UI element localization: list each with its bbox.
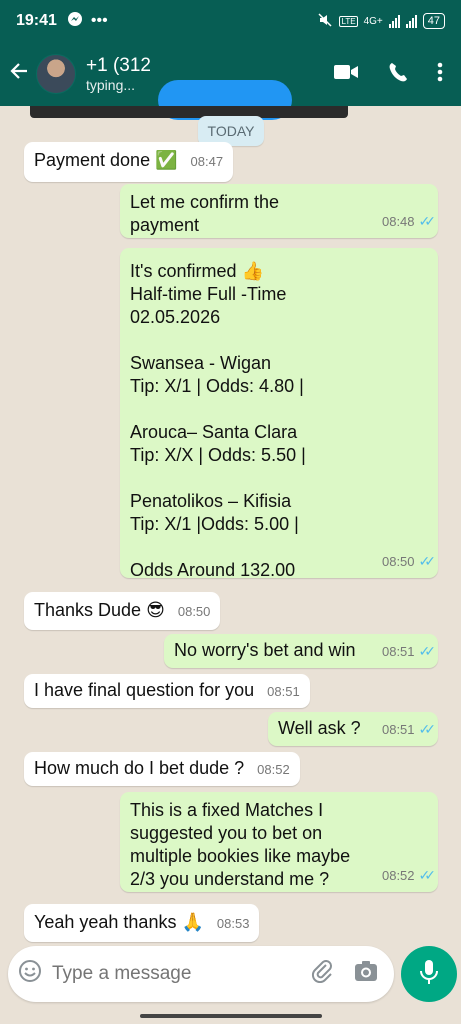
status-bar: 19:41 ••• LTE 4G+ 47 bbox=[0, 0, 461, 42]
volte-icon: LTE bbox=[339, 15, 358, 27]
message-time: 08:53 bbox=[216, 916, 250, 931]
message-outgoing[interactable]: This is a fixed Matches I suggested you … bbox=[120, 792, 438, 892]
message-time: 08:52 bbox=[381, 868, 415, 883]
navigation-handle[interactable] bbox=[140, 1014, 322, 1018]
message-composer bbox=[8, 946, 394, 1002]
back-arrow-icon[interactable] bbox=[2, 61, 36, 87]
read-receipt-icon: ✓✓ bbox=[418, 867, 437, 883]
message-time: 08:51 bbox=[267, 684, 300, 699]
message-time: 08:50 bbox=[381, 554, 415, 569]
message-incoming[interactable]: How much do I bet dude ? 08:52 bbox=[24, 752, 300, 786]
attach-icon[interactable] bbox=[300, 959, 344, 989]
message-incoming[interactable]: Thanks Dude 😎 08:50 bbox=[24, 592, 221, 630]
previous-media-message[interactable] bbox=[30, 106, 348, 118]
read-receipt-icon: ✓✓ bbox=[418, 553, 437, 569]
message-time: 08:47 bbox=[190, 154, 224, 169]
network-type: 4G+ bbox=[363, 15, 383, 27]
message-outgoing[interactable]: Well ask ? 08:51 ✓✓ bbox=[268, 712, 438, 746]
voice-record-button[interactable] bbox=[401, 946, 457, 1002]
message-outgoing[interactable]: Let me confirm the payment 08:48 ✓✓ bbox=[120, 184, 438, 238]
chat-header: +1 (312 typing... bbox=[0, 42, 461, 120]
status-time: 19:41 bbox=[16, 12, 57, 29]
message-outgoing[interactable]: No worry's bet and win 08:51 ✓✓ bbox=[164, 634, 438, 668]
message-input[interactable] bbox=[52, 963, 300, 985]
mute-icon bbox=[317, 12, 333, 31]
message-time: 08:50 bbox=[177, 604, 211, 619]
message-incoming[interactable]: Payment done ✅ 08:47 bbox=[24, 142, 234, 182]
message-time: 08:52 bbox=[257, 762, 290, 777]
message-incoming[interactable]: Yeah yeah thanks 🙏 08:53 bbox=[24, 904, 260, 942]
signal-icon bbox=[388, 14, 400, 28]
emoji-icon[interactable] bbox=[8, 959, 52, 989]
message-time: 08:51 bbox=[381, 722, 415, 737]
chat-area[interactable]: TODAY Payment done ✅ 08:47 Let me confir… bbox=[0, 106, 461, 946]
message-time: 08:51 bbox=[381, 644, 415, 659]
read-receipt-icon: ✓✓ bbox=[418, 721, 437, 737]
read-receipt-icon: ✓✓ bbox=[418, 213, 437, 229]
microphone-icon bbox=[419, 959, 439, 990]
more-options-icon[interactable] bbox=[437, 62, 443, 87]
battery-icon: 47 bbox=[422, 13, 445, 29]
contact-status: typing... bbox=[86, 77, 136, 93]
contact-avatar[interactable] bbox=[36, 54, 76, 94]
contact-info[interactable]: +1 (312 typing... bbox=[86, 55, 151, 93]
message-time: 08:48 bbox=[381, 214, 415, 229]
message-outgoing[interactable]: It's confirmed 👍 Half-time Full -Time 02… bbox=[120, 248, 438, 580]
voice-call-icon[interactable] bbox=[387, 61, 409, 88]
more-notifications-icon: ••• bbox=[90, 12, 108, 29]
read-receipt-icon: ✓✓ bbox=[418, 643, 437, 659]
camera-icon[interactable] bbox=[344, 960, 388, 988]
contact-name: +1 (312 bbox=[86, 55, 151, 76]
messenger-notification-icon bbox=[67, 11, 83, 32]
signal-2-icon bbox=[405, 14, 417, 28]
video-call-icon[interactable] bbox=[333, 63, 359, 86]
message-incoming[interactable]: I have final question for you 08:51 bbox=[24, 674, 310, 708]
